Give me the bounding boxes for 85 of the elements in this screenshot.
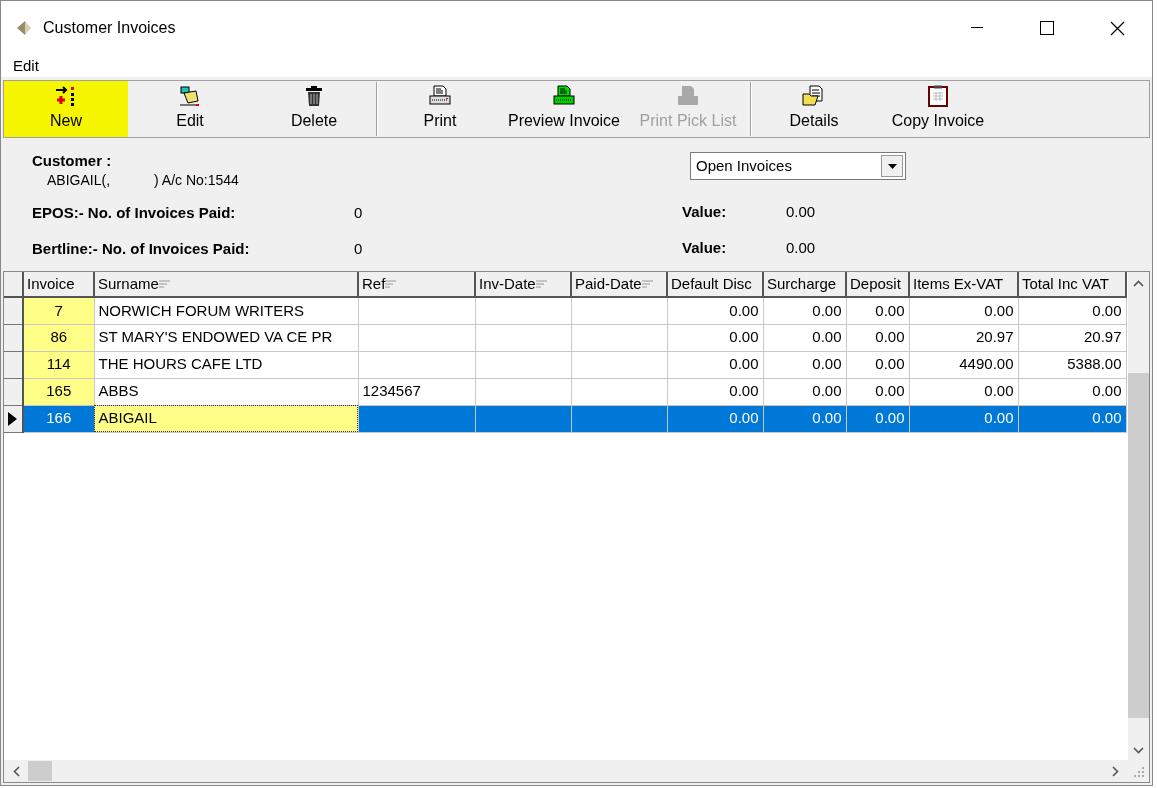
table-cell: 0.00 — [846, 351, 909, 378]
stat-value: 0.00 — [786, 202, 816, 223]
toolbar-button[interactable]: Edit — [128, 81, 252, 137]
dropdown-arrow-icon[interactable] — [887, 163, 897, 169]
stat-label: EPOS:- No. of Invoices Paid: — [32, 203, 237, 224]
filter-icon[interactable] — [158, 280, 170, 288]
toolbar-button[interactable]: Preview Invoice — [502, 81, 626, 137]
table-cell: 0.00 — [909, 297, 1018, 324]
table-cell: 5388.00 — [1018, 351, 1126, 378]
table-cell: 20.97 — [909, 324, 1018, 351]
toolbar-button[interactable]: Print — [378, 81, 502, 137]
menu-item[interactable]: Edit — [1, 54, 51, 78]
table-cell: 0.00 — [667, 405, 763, 432]
table-cell: 165 — [23, 378, 94, 405]
scrollbar-thumb[interactable] — [1128, 373, 1149, 718]
window-title: Customer Invoices — [43, 18, 176, 38]
scroll-up-icon[interactable] — [1133, 280, 1144, 287]
filter-icon[interactable] — [641, 280, 653, 288]
table-cell: 0.00 — [909, 405, 1018, 432]
table-cell: ABIGAIL — [94, 405, 358, 432]
toolbar-button[interactable]: New — [4, 81, 128, 137]
table-cell: 7 — [23, 297, 94, 324]
printer-icon — [428, 85, 452, 107]
row-indicator[interactable] — [4, 297, 23, 324]
resize-grip-icon[interactable] — [1133, 766, 1145, 778]
printer-icon — [676, 85, 700, 107]
app-icon — [15, 19, 33, 37]
stat-count: 0 — [354, 203, 363, 224]
scroll-down-icon[interactable] — [1133, 747, 1144, 754]
table-cell: 0.00 — [1018, 378, 1126, 405]
value-label: Value: — [682, 202, 728, 223]
table-cell: 114 — [23, 351, 94, 378]
table-cell: 166 — [23, 405, 94, 432]
vertical-scrollbar[interactable] — [1128, 272, 1149, 760]
stat-label: Bertline:- No. of Invoices Paid: — [32, 239, 251, 260]
table-cell: 0.00 — [667, 324, 763, 351]
row-indicator[interactable] — [4, 324, 23, 351]
row-indicator[interactable] — [4, 405, 23, 432]
stat-value: 0.00 — [786, 238, 816, 259]
table-cell: 0.00 — [763, 297, 846, 324]
table-cell: 0.00 — [763, 351, 846, 378]
table-cell: 0.00 — [763, 378, 846, 405]
column-header[interactable]: Ref — [362, 272, 386, 296]
horizontal-scrollbar[interactable] — [4, 760, 1149, 782]
trash-can-icon — [304, 85, 324, 107]
scroll-left-icon[interactable] — [13, 765, 20, 777]
clipboard-icon — [927, 85, 949, 107]
table-cell: 86 — [23, 324, 94, 351]
table-cell: 0.00 — [667, 297, 763, 324]
account-number: ) A/c No:1544 — [154, 171, 239, 190]
table-cell: 0.00 — [846, 324, 909, 351]
maximize-icon — [1040, 21, 1054, 35]
row-indicator[interactable] — [4, 378, 23, 405]
table-cell: 0.00 — [1018, 405, 1126, 432]
minimize-icon — [971, 27, 983, 29]
table-cell: 0.00 — [667, 351, 763, 378]
invoice-filter-dropdown[interactable]: Open Invoices — [690, 152, 906, 180]
table-cell: 4490.00 — [909, 351, 1018, 378]
printer-icon — [552, 85, 576, 107]
scrollbar-thumb[interactable] — [28, 761, 52, 781]
filter-icon[interactable] — [385, 280, 397, 288]
row-indicator[interactable] — [4, 351, 23, 378]
table-cell: 0.00 — [667, 378, 763, 405]
table-cell: 0.00 — [763, 405, 846, 432]
scroll-right-icon[interactable] — [1112, 765, 1119, 777]
table-cell: 0.00 — [909, 378, 1018, 405]
toolbar-button[interactable]: Details — [752, 81, 876, 137]
value-label: Value: — [682, 238, 728, 259]
customer-label: Customer : — [32, 152, 113, 170]
table-cell: 20.97 — [1018, 324, 1126, 351]
hand-pencil-icon — [178, 85, 202, 107]
stat-count: 0 — [354, 239, 363, 260]
filter-icon[interactable] — [535, 280, 547, 288]
customer-name: ABIGAIL(, — [47, 171, 111, 190]
toolbar-button[interactable]: Delete — [252, 81, 376, 137]
table-cell: 0.00 — [846, 378, 909, 405]
table-cell: 0.00 — [1018, 297, 1126, 324]
table-cell: ST MARY'S ENDOWED VA CE PR — [94, 324, 358, 351]
table-cell: NORWICH FORUM WRITERS — [94, 297, 358, 324]
toolbar-button[interactable]: Copy Invoice — [876, 81, 1000, 137]
table-cell: 1234567 — [358, 378, 475, 405]
table-cell: 0.00 — [846, 297, 909, 324]
table-cell: THE HOURS CAFE LTD — [94, 351, 358, 378]
table-cell: 0.00 — [763, 324, 846, 351]
close-icon — [1109, 20, 1125, 36]
